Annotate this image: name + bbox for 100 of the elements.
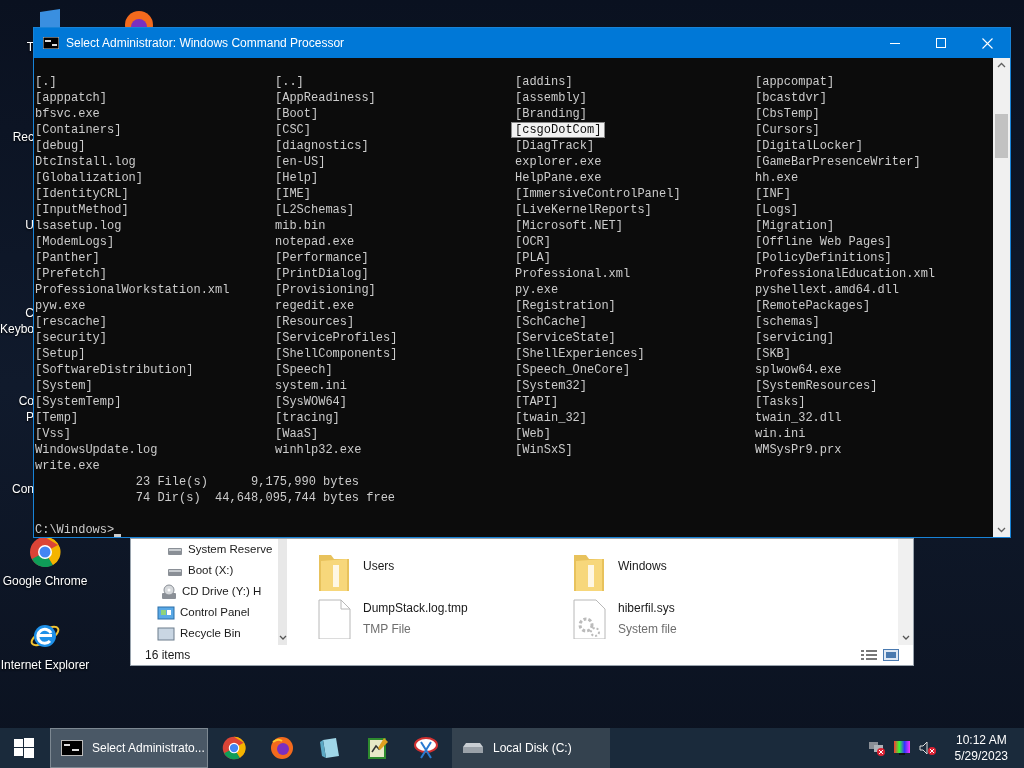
icon-label: Rec xyxy=(12,130,34,144)
listing-entry: [Panther] xyxy=(35,251,100,265)
listing-entry: ProfessionalWorkstation.xml xyxy=(35,283,230,297)
listing-entry: [LiveKernelReports] xyxy=(515,203,652,217)
icon-label: Keybo xyxy=(0,322,34,336)
scrollbar[interactable] xyxy=(898,539,913,645)
chevron-down-icon[interactable] xyxy=(901,635,910,641)
listing-entry: py.exe xyxy=(515,283,559,297)
listing-entry: [SysWOW64] xyxy=(275,395,347,409)
icon-label: P xyxy=(26,410,34,424)
chrome-icon[interactable] xyxy=(29,536,61,568)
volume-muted-icon[interactable] xyxy=(918,740,937,756)
listing-entry: [PolicyDefinitions] xyxy=(755,251,892,265)
listing-entry: DtcInstall.log xyxy=(35,155,136,169)
listing-entry: mib.bin xyxy=(275,219,326,233)
large-icons-view-icon[interactable] xyxy=(883,649,899,661)
listing-entry: twain_32.dll xyxy=(755,411,842,425)
listing-entry: [OCR] xyxy=(515,235,551,249)
listing-entry: [Registration] xyxy=(515,299,616,313)
listing-entry: [security] xyxy=(35,331,107,345)
listing-entry: [TAPI] xyxy=(515,395,559,409)
listing-entry: [ShellExperiences] xyxy=(515,347,645,361)
listing-entry: lsasetup.log xyxy=(35,219,122,233)
listing-entry: [Web] xyxy=(515,427,551,441)
chevron-down-icon[interactable] xyxy=(278,635,287,641)
file-name[interactable]: Users xyxy=(363,557,395,575)
nav-item[interactable]: Boot (X:) xyxy=(188,561,234,580)
listing-entry: [addins] xyxy=(515,75,573,89)
listing-entry: [GameBarPresenceWriter] xyxy=(755,155,921,169)
details-view-icon[interactable] xyxy=(861,649,877,661)
listing-entry: notepad.exe xyxy=(275,235,355,249)
scrollbar-thumb[interactable] xyxy=(995,114,1008,158)
snipping-tool-icon xyxy=(413,736,439,760)
listing-entry: [Speech_OneCore] xyxy=(515,363,631,377)
file-name[interactable]: Windows xyxy=(618,557,667,575)
listing-entry: Professional.xml xyxy=(515,267,631,281)
listing-entry: [Branding] xyxy=(515,107,587,121)
listing-entry: WMSysPr9.prx xyxy=(755,443,842,457)
maximize-icon xyxy=(936,38,946,48)
listing-entry: win.ini xyxy=(755,427,806,441)
nav-item[interactable]: CD Drive (Y:) H xyxy=(182,582,262,601)
taskbar-window-button[interactable]: Select Administrato... xyxy=(50,728,208,768)
listing-entry: [DigitalLocker] xyxy=(755,139,864,153)
scrollbar[interactable] xyxy=(278,539,287,645)
listing-entry: [schemas] xyxy=(755,315,820,329)
listing-entry: [Resources] xyxy=(275,315,355,329)
listing-entry: [CSC] xyxy=(275,123,311,137)
taskbar-window-button[interactable]: Local Disk (C:) xyxy=(452,728,610,768)
listing-entry: [SystemResources] xyxy=(755,379,878,393)
listing-entry: [appcompat] xyxy=(755,75,835,89)
listing-entry: [rescache] xyxy=(35,315,107,329)
firefox-icon xyxy=(270,736,294,760)
nav-item[interactable]: System Reserve xyxy=(188,540,273,559)
nav-item[interactable]: Control Panel xyxy=(180,603,250,622)
icon-label: C xyxy=(25,306,34,320)
listing-entry: [System] xyxy=(35,379,93,393)
listing-entry: [ModemLogs] xyxy=(35,235,115,249)
listing-entry: bfsvc.exe xyxy=(35,107,100,121)
listing-entry: pyshellext.amd64.dll xyxy=(755,283,900,297)
control-panel-icon xyxy=(157,605,175,620)
chevron-up-icon[interactable] xyxy=(997,62,1006,68)
icon-label[interactable]: Internet Explorer xyxy=(0,656,90,674)
listing-entry: [Boot] xyxy=(275,107,319,121)
icon-label[interactable]: Google Chrome xyxy=(2,572,88,590)
listing-entry: [RemotePackages] xyxy=(755,299,871,313)
listing-entry: [..] xyxy=(275,75,304,89)
listing-entry: [Offline Web Pages] xyxy=(755,235,892,249)
listing-entry: [tracing] xyxy=(275,411,340,425)
file-type: System file xyxy=(618,621,677,638)
listing-entry: winhlp32.exe xyxy=(275,443,362,457)
listing-entry: [Setup] xyxy=(35,347,86,361)
clock[interactable]: 10:12 AM 5/29/2023 xyxy=(948,732,1014,764)
chevron-down-icon[interactable] xyxy=(997,527,1006,533)
listing-entry: [ServiceProfiles] xyxy=(275,331,398,345)
icon-label: Con xyxy=(12,482,34,496)
listing-entry: [Logs] xyxy=(755,203,799,217)
listing-entry: [Cursors] xyxy=(755,123,820,137)
icon-label: Co xyxy=(18,394,34,408)
listing-entry: [WaaS] xyxy=(275,427,319,441)
listing-entry: [debug] xyxy=(35,139,86,153)
listing-entry: [InputMethod] xyxy=(35,203,129,217)
network-disconnected-icon[interactable] xyxy=(866,740,885,756)
scrollbar[interactable] xyxy=(993,58,1010,537)
listing-entry: [DiagTrack] xyxy=(515,139,595,153)
listing-entry: [csgoDotCom] xyxy=(512,123,605,137)
display-icon[interactable] xyxy=(892,740,911,756)
windows-logo-icon xyxy=(14,738,34,758)
listing-entry: WindowsUpdate.log xyxy=(35,443,158,457)
nav-item[interactable]: Recycle Bin xyxy=(180,624,241,643)
file-name[interactable]: hiberfil.sys xyxy=(618,599,677,617)
listing-entry: [servicing] xyxy=(755,331,835,345)
listing-entry: [Tasks] xyxy=(755,395,806,409)
text-cursor xyxy=(114,534,122,537)
listing-entry: HelpPane.exe xyxy=(515,171,602,185)
listing-entry: [twain_32] xyxy=(515,411,587,425)
listing-entry: [INF] xyxy=(755,187,791,201)
summary-line: 23 File(s) 9,175,990 bytes xyxy=(134,474,361,490)
drive-icon xyxy=(462,741,484,755)
file-name[interactable]: DumpStack.log.tmp xyxy=(363,599,468,617)
listing-entry: [Containers] xyxy=(35,123,122,137)
